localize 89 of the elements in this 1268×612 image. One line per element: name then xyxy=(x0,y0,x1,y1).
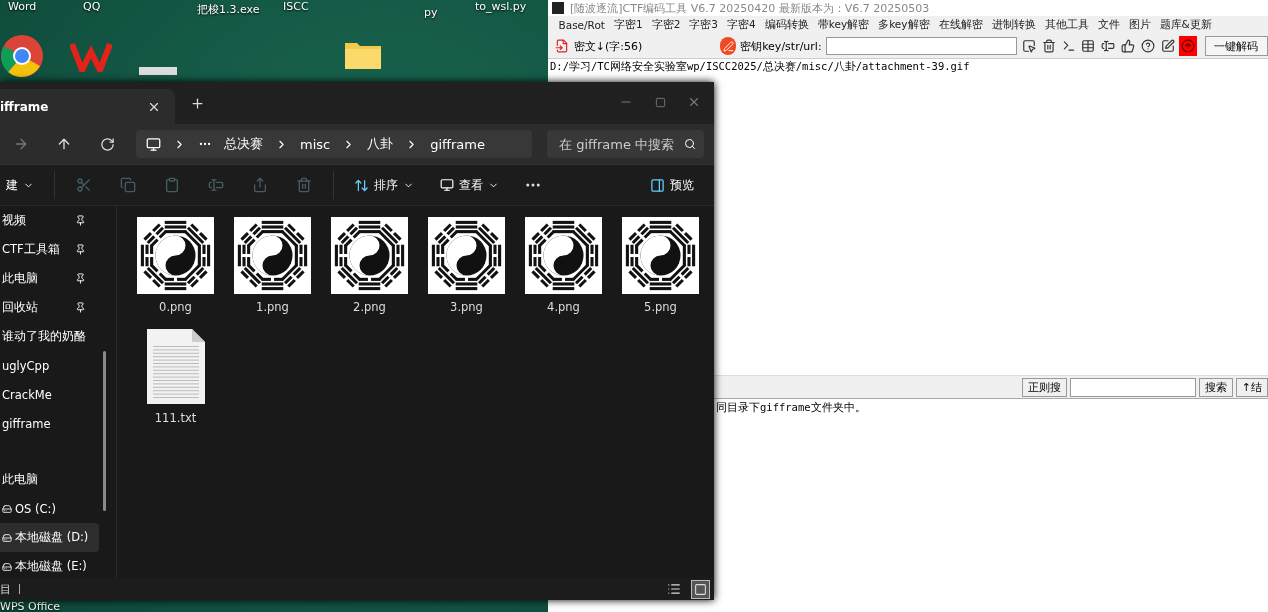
result-button[interactable]: ↑结 xyxy=(1235,377,1268,397)
file-name[interactable]: 2.png xyxy=(353,300,386,314)
menu-item[interactable]: 其他工具 xyxy=(1040,18,1093,32)
cursor-icon[interactable] xyxy=(1021,37,1038,55)
ciphertext-label: 密文↓(字:56) xyxy=(573,38,643,54)
breadcrumb-item[interactable]: misc xyxy=(300,136,331,152)
thumbs-up-icon[interactable] xyxy=(1120,37,1136,55)
new-button[interactable]: 建 xyxy=(0,172,40,198)
drive-icon xyxy=(2,532,12,543)
desktop-icon-label: py xyxy=(424,6,438,19)
sidebar-item[interactable]: 谁动了我的奶酪 xyxy=(0,322,100,351)
menu-item[interactable]: 文件 xyxy=(1093,18,1124,32)
menu-item[interactable]: 在线解密 xyxy=(934,18,987,32)
browser-icon[interactable] xyxy=(0,34,45,79)
sidebar-item[interactable]: CrackMe xyxy=(0,380,100,409)
view-toggle-button[interactable] xyxy=(691,579,710,599)
sidebar-item[interactable]: uglyCpp xyxy=(0,351,100,380)
sidebar-item[interactable]: 本地磁盘 (D:) xyxy=(0,523,99,552)
breadcrumb-item[interactable]: 八卦 xyxy=(367,135,394,153)
desktop-icon-label: 把梭1.3.exe xyxy=(197,3,260,16)
table-icon[interactable] xyxy=(1080,37,1097,55)
desktop-icon-label: WPS Office xyxy=(0,600,61,612)
menu-item[interactable]: 编码转换 xyxy=(760,18,814,32)
file-name[interactable]: 3.png xyxy=(450,300,483,314)
search-button[interactable]: 搜索 xyxy=(1198,377,1233,397)
sidebar-item[interactable]: 此电脑 xyxy=(0,264,100,293)
breadcrumb-item[interactable]: gifframe xyxy=(430,136,485,152)
import-icon[interactable] xyxy=(554,37,570,55)
square-icon xyxy=(694,582,707,596)
sort-button[interactable]: 排序 xyxy=(348,172,420,198)
sidebar-item[interactable]: 回收站 xyxy=(0,293,100,322)
menu-item[interactable]: 进制转换 xyxy=(987,18,1040,32)
key-input-field[interactable] xyxy=(825,37,1018,55)
regex-search-button[interactable]: 正则搜 xyxy=(1021,377,1067,397)
sidebar-item[interactable]: 本地磁盘 (E:) xyxy=(0,552,100,581)
monitor-icon xyxy=(440,178,454,192)
sidebar-item[interactable]: gifframe xyxy=(0,409,100,438)
folder-icon[interactable] xyxy=(344,40,382,70)
pen-icon[interactable] xyxy=(720,37,737,55)
help-icon[interactable] xyxy=(1139,37,1156,55)
menu-item[interactable]: Base/Rot xyxy=(554,19,610,31)
menu-item[interactable]: 多key解密 xyxy=(873,18,934,32)
decode-button[interactable]: 一键解码 xyxy=(1204,36,1268,56)
sort-arrows-icon xyxy=(354,177,369,193)
pin-icon xyxy=(75,273,86,284)
search-icon xyxy=(684,138,696,150)
menu-item[interactable]: 带key解密 xyxy=(813,18,874,32)
key-label: 密钥key/str/url: xyxy=(740,38,822,54)
pin-icon xyxy=(75,215,86,226)
sidebar-item[interactable]: 此电脑 xyxy=(0,465,100,494)
folder-tab[interactable]: ifframe xyxy=(0,89,175,124)
menu-item[interactable]: 字密4 xyxy=(722,18,761,32)
window-title: [随波逐流]CTF编码工具 V6.7 20250420 最新版本为：V6.7 20250503 xyxy=(570,0,930,16)
menu-item[interactable]: 图片 xyxy=(1124,18,1155,32)
menu-item[interactable]: 题库&更新 xyxy=(1155,18,1217,32)
drive-icon xyxy=(2,503,12,514)
app-logo-icon xyxy=(552,2,564,14)
search-input-field[interactable] xyxy=(1069,377,1196,397)
panel-icon xyxy=(650,177,665,193)
file-path-text: D:/学习/TC网络安全实验室wp/ISCC2025/总决赛/misc/八卦/attachment-39.gif xyxy=(549,59,971,74)
trash-icon[interactable] xyxy=(1041,37,1057,55)
file-name[interactable]: 5.png xyxy=(644,300,677,314)
menu-item[interactable]: 字密3 xyxy=(684,18,723,32)
desktop-icon-label: to_wsl.py xyxy=(475,0,527,13)
status-text: 目 xyxy=(0,581,11,597)
monitor-icon xyxy=(146,136,161,152)
pin-icon xyxy=(75,302,86,313)
drive-icon xyxy=(2,561,12,572)
menu-item[interactable]: 字密2 xyxy=(647,18,685,32)
breadcrumb-item[interactable]: 总决赛 xyxy=(224,135,263,153)
desktop-icon-label: Word xyxy=(8,0,37,13)
edit-icon[interactable] xyxy=(1159,37,1176,55)
file-name[interactable]: 1.png xyxy=(256,300,289,314)
file-name[interactable]: 111.txt xyxy=(154,411,197,425)
file-name[interactable]: 4.png xyxy=(547,300,580,314)
address-bar[interactable]: 总决赛 misc 八卦 gifframe xyxy=(136,130,532,158)
preview-button[interactable]: 预览 xyxy=(644,172,700,198)
file-name[interactable]: 0.png xyxy=(159,300,192,314)
desktop-icon-label: ISCC xyxy=(283,0,309,13)
sidebar-item[interactable]: OS (C:) xyxy=(0,494,100,523)
desktop-icon-label: QQ xyxy=(83,0,101,13)
list-icon xyxy=(666,582,681,596)
sidebar-item[interactable]: CTF工具箱 xyxy=(0,235,100,264)
sidebar-item[interactable]: 视频 xyxy=(0,206,100,235)
view-button[interactable]: 查看 xyxy=(434,172,505,198)
search-field[interactable]: 在 gifframe 中搜索 xyxy=(547,130,704,158)
pin-icon xyxy=(75,244,86,255)
menu-item[interactable]: 字密1 xyxy=(609,18,648,32)
output-text: 同目录下gifframe文件夹中。 xyxy=(715,400,867,415)
